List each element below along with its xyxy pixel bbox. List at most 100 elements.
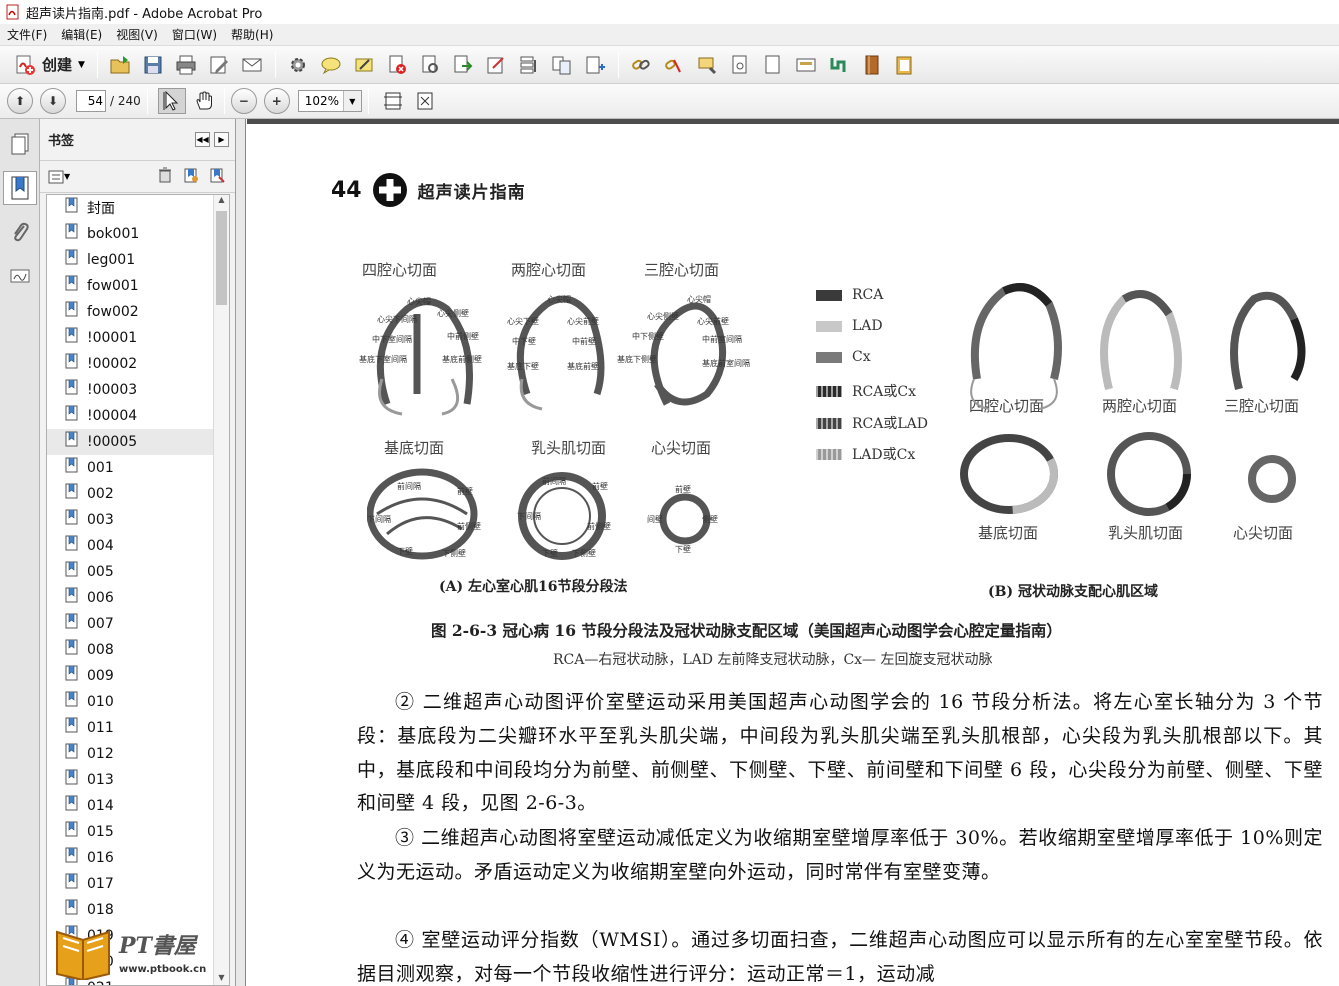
options-menu-button[interactable]: ▼ xyxy=(48,167,74,187)
extract-button[interactable] xyxy=(414,50,447,80)
fit-width-button[interactable] xyxy=(379,88,407,114)
panel-splitter[interactable] xyxy=(236,119,246,986)
bookmark-item[interactable]: 008 xyxy=(47,637,229,663)
bookmark-icon xyxy=(65,535,79,551)
bookmark-icon xyxy=(65,379,79,395)
bookmarks-header: 书签 ◀◀ ▶ xyxy=(40,119,235,161)
bookmark-item[interactable]: 012 xyxy=(47,741,229,767)
zoom-out-button[interactable]: − xyxy=(230,88,257,114)
scroll-thumb[interactable] xyxy=(216,211,227,305)
zoom-select[interactable]: 102% ▼ xyxy=(297,90,362,112)
header-button[interactable] xyxy=(790,50,823,80)
bookmark-item[interactable]: leg001 xyxy=(47,247,229,273)
export-button[interactable] xyxy=(447,50,480,80)
delete-page-button[interactable] xyxy=(381,50,414,80)
combine-button[interactable] xyxy=(546,50,579,80)
toolbar-divider xyxy=(96,51,98,78)
book-button[interactable] xyxy=(856,50,889,80)
bookmark-label: !00002 xyxy=(87,356,138,372)
fig-b-label: 基底切面 xyxy=(978,524,1039,542)
prev-page-button[interactable]: ⬆ xyxy=(7,88,33,114)
bookmark-item[interactable]: 006 xyxy=(47,585,229,611)
select-tool-button[interactable] xyxy=(157,88,186,114)
bookmark-item[interactable]: 013 xyxy=(47,767,229,793)
save-button[interactable] xyxy=(137,50,170,80)
document-viewer[interactable]: 44 超声读片指南 四腔心切面 两腔心切面 三腔心切面 基底切面 乳头肌切面 心… xyxy=(247,119,1339,986)
bookmark-item[interactable]: !00004 xyxy=(47,403,229,429)
bookmark-item[interactable]: 007 xyxy=(47,611,229,637)
bookmark-item[interactable]: !00003 xyxy=(47,377,229,403)
bookmark-item[interactable]: 005 xyxy=(47,559,229,585)
bookmark-label: 006 xyxy=(87,590,114,606)
email-button[interactable] xyxy=(236,50,269,80)
fig-a-label: 心尖切面 xyxy=(651,439,712,457)
attach-icon xyxy=(732,55,747,73)
bookmark-item[interactable]: 011 xyxy=(47,715,229,741)
delete-bookmark-button[interactable] xyxy=(157,167,173,186)
bookmark-item[interactable]: fow001 xyxy=(47,273,229,299)
insert-button[interactable] xyxy=(579,50,612,80)
bookmark-icon xyxy=(65,223,79,239)
fit-page-button[interactable] xyxy=(411,88,439,114)
collapse-panel-button[interactable]: ◀◀ xyxy=(195,132,210,147)
settings-button[interactable] xyxy=(282,50,315,80)
hand-tool-button[interactable] xyxy=(190,88,218,114)
menu-file[interactable]: 文件(F) xyxy=(0,26,54,43)
attachments-button[interactable] xyxy=(3,215,37,249)
bookmark-item[interactable]: !00001 xyxy=(47,325,229,351)
comment-button[interactable] xyxy=(315,50,348,80)
bookmark-item[interactable]: 016 xyxy=(47,845,229,871)
legend-item: LAD xyxy=(816,318,883,334)
tag-bookmark-button[interactable] xyxy=(209,167,225,186)
email-icon xyxy=(242,58,262,71)
bookmark-item[interactable]: 015 xyxy=(47,819,229,845)
bookmark-item[interactable]: 009 xyxy=(47,663,229,689)
bookmark-item[interactable]: 004 xyxy=(47,533,229,559)
attach-button[interactable] xyxy=(724,50,757,80)
bookmark-label: 001 xyxy=(87,460,114,476)
bookmark-item[interactable]: 014 xyxy=(47,793,229,819)
bookmark-item[interactable]: 003 xyxy=(47,507,229,533)
legend-label: LAD xyxy=(852,318,883,334)
create-button[interactable]: 创建 ▼ xyxy=(8,51,91,79)
menu-view[interactable]: 视图(V) xyxy=(109,26,165,43)
expand-panel-button[interactable]: ▶ xyxy=(214,132,229,147)
bookmark-item[interactable]: !00005 xyxy=(47,429,213,455)
svg-text:心尖帽: 心尖帽 xyxy=(547,294,571,304)
bookmark-item[interactable]: 017 xyxy=(47,871,229,897)
bookmark-item[interactable]: 018 xyxy=(47,897,229,923)
menu-edit[interactable]: 编辑(E) xyxy=(54,26,109,43)
bookmark-item[interactable]: 010 xyxy=(47,689,229,715)
bookmark-scrollbar[interactable]: ▲ ▼ xyxy=(213,195,229,985)
bookmark-item[interactable]: bok001 xyxy=(47,221,229,247)
page-thumbnails-button[interactable] xyxy=(3,127,37,161)
stamp-button[interactable] xyxy=(691,50,724,80)
link-button[interactable] xyxy=(625,50,658,80)
fig-a-label: 乳头肌切面 xyxy=(531,439,607,457)
bookmark-item[interactable]: fow002 xyxy=(47,299,229,325)
ocr-button[interactable] xyxy=(823,50,856,80)
highlight-button[interactable] xyxy=(348,50,381,80)
signatures-button[interactable] xyxy=(3,259,37,293)
print-button[interactable] xyxy=(170,50,203,80)
bookmark-item[interactable]: !00002 xyxy=(47,351,229,377)
page-number-input[interactable]: 54 xyxy=(76,90,106,112)
bookmark-item[interactable]: 002 xyxy=(47,481,229,507)
page-button[interactable] xyxy=(757,50,790,80)
open-button[interactable] xyxy=(104,50,137,80)
sign-button[interactable] xyxy=(480,50,513,80)
bookmark-item[interactable]: 封面 xyxy=(47,195,229,221)
bookmarks-button[interactable] xyxy=(3,171,37,205)
next-page-button[interactable]: ⬇ xyxy=(40,88,66,114)
scroll-up-icon[interactable]: ▲ xyxy=(214,195,229,209)
edit-button[interactable] xyxy=(203,50,236,80)
new-bookmark-button[interactable] xyxy=(183,167,199,186)
menu-help[interactable]: 帮助(H) xyxy=(224,26,280,43)
zoom-in-button[interactable]: + xyxy=(263,88,290,114)
plus-icon: + xyxy=(271,94,282,108)
menu-window[interactable]: 窗口(W) xyxy=(165,26,224,43)
unlink-button[interactable] xyxy=(658,50,691,80)
bookmark-item[interactable]: 001 xyxy=(47,455,229,481)
clipboard-button[interactable] xyxy=(889,50,922,80)
form-button[interactable] xyxy=(513,50,546,80)
